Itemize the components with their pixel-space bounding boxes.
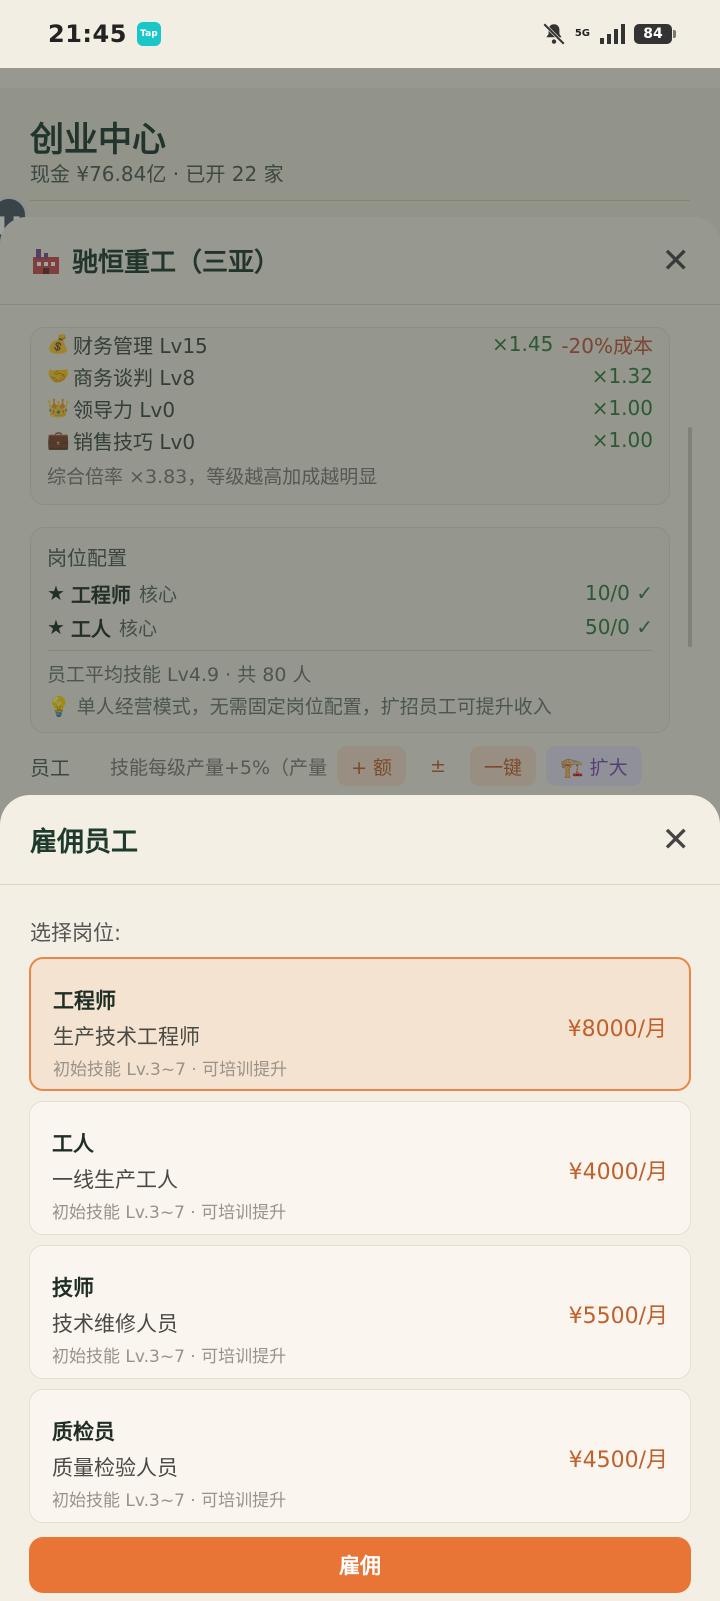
hire-header: 雇佣员工 ✕ <box>0 795 720 885</box>
role-option-inspector[interactable]: 质检员 质量检验人员 初始技能 Lv.3~7 · 可培训提升 ¥4500/月 <box>29 1389 691 1523</box>
role-salary: ¥8000/月 <box>567 1017 667 1042</box>
role-list: 工程师 生产技术工程师 初始技能 Lv.3~7 · 可培训提升 ¥8000/月 … <box>29 957 691 1533</box>
role-salary: ¥5500/月 <box>568 1304 668 1329</box>
role-skill: 初始技能 Lv.3~7 · 可培训提升 <box>52 1491 287 1511</box>
role-skill: 初始技能 Lv.3~7 · 可培训提升 <box>53 1060 288 1080</box>
status-bar: 21:45 Tap 5G 84 <box>0 0 720 68</box>
role-option-technician[interactable]: 技师 技术维修人员 初始技能 Lv.3~7 · 可培训提升 ¥5500/月 <box>29 1245 691 1379</box>
hire-button[interactable]: 雇佣 <box>29 1537 691 1593</box>
role-option-engineer[interactable]: 工程师 生产技术工程师 初始技能 Lv.3~7 · 可培训提升 ¥8000/月 <box>29 957 691 1091</box>
role-skill: 初始技能 Lv.3~7 · 可培训提升 <box>52 1347 287 1367</box>
close-icon[interactable]: ✕ <box>662 823 691 857</box>
signal-icon <box>600 24 625 44</box>
network-type: 5G <box>574 28 590 39</box>
status-icons: 5G 84 <box>541 21 676 47</box>
hire-sheet: 雇佣员工 ✕ 选择岗位: 工程师 生产技术工程师 初始技能 Lv.3~7 · 可… <box>0 795 720 1601</box>
role-option-worker[interactable]: 工人 一线生产工人 初始技能 Lv.3~7 · 可培训提升 ¥4000/月 <box>29 1101 691 1235</box>
role-skill: 初始技能 Lv.3~7 · 可培训提升 <box>52 1203 287 1223</box>
bell-muted-icon <box>542 23 565 45</box>
tap-app-icon: Tap <box>136 22 161 46</box>
status-time: 21:45 <box>48 20 127 48</box>
role-salary: ¥4500/月 <box>568 1448 668 1473</box>
select-position-label: 选择岗位: <box>30 921 122 945</box>
battery-icon: 84 <box>634 24 676 44</box>
hire-title: 雇佣员工 <box>30 827 138 858</box>
role-salary: ¥4000/月 <box>568 1160 668 1185</box>
